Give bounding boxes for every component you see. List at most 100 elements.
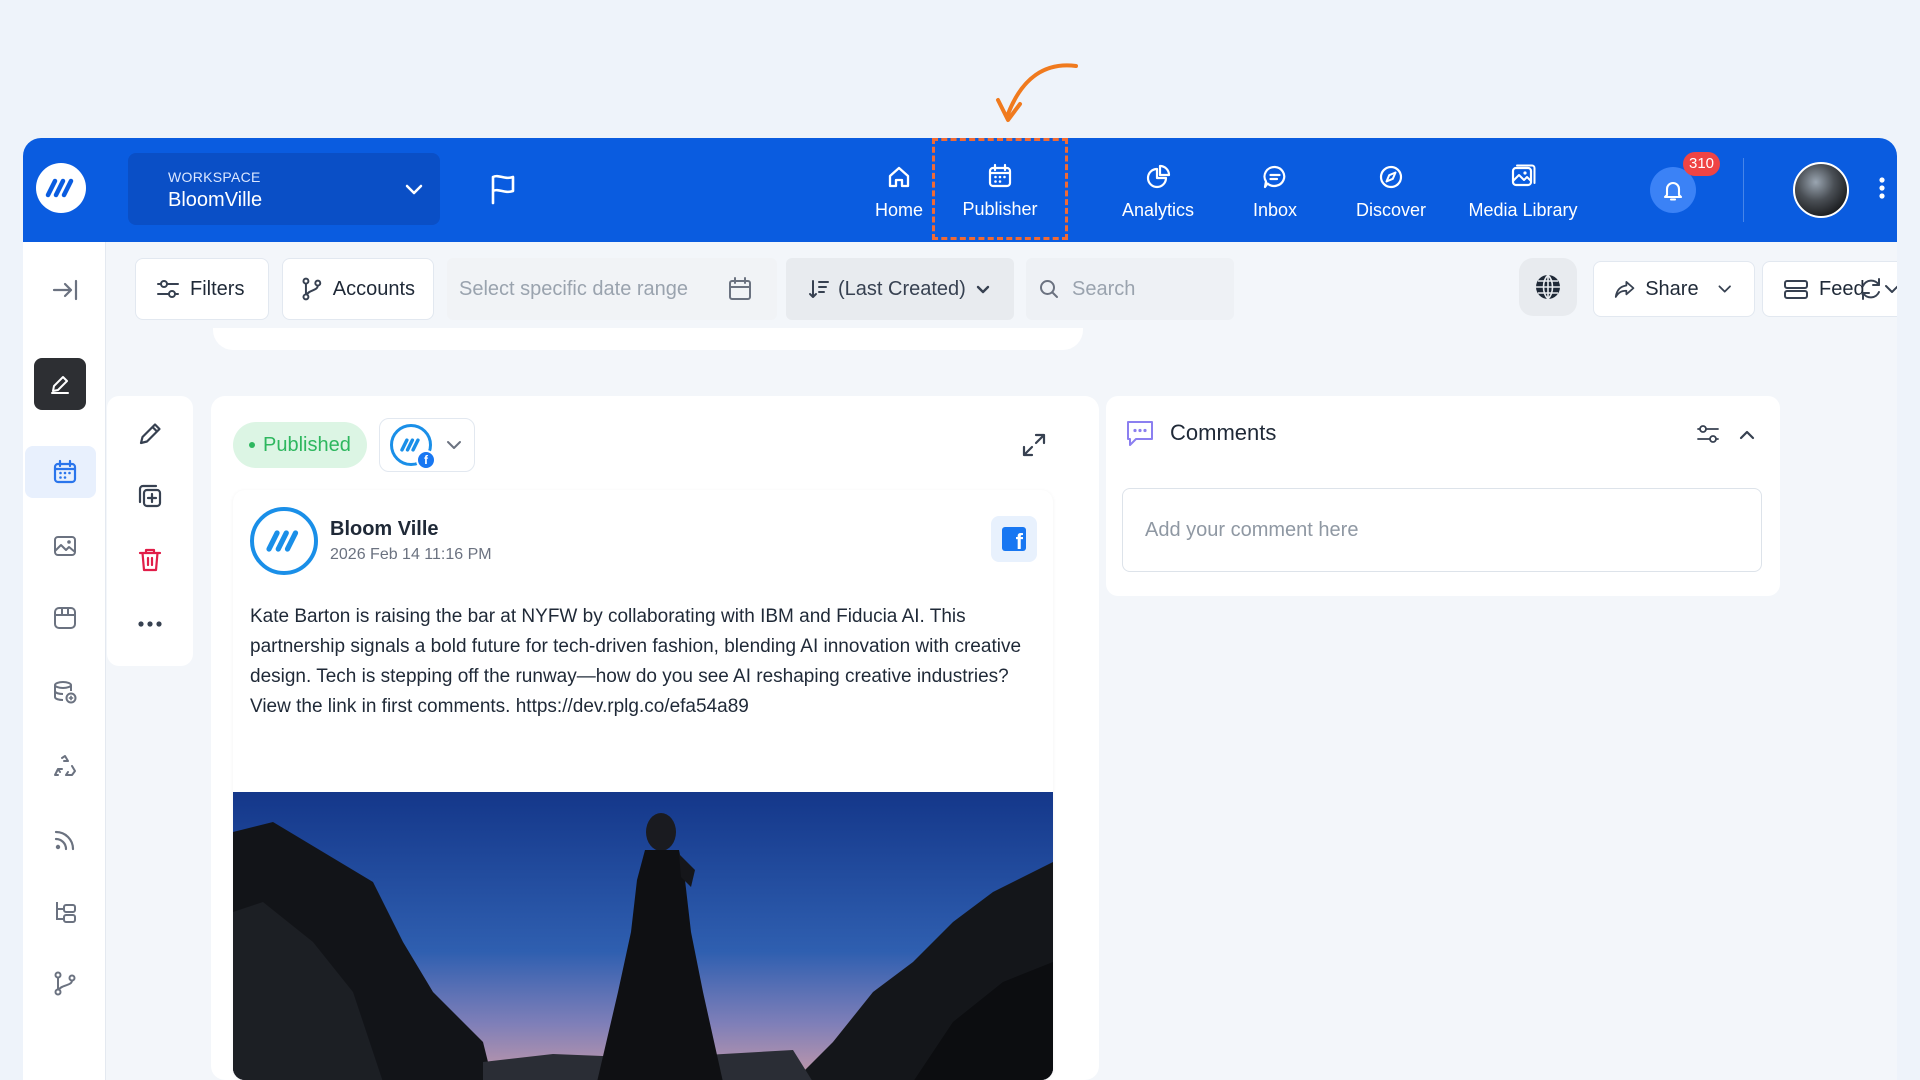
- kebab-icon[interactable]: [1878, 174, 1886, 202]
- logo-icon: [266, 530, 299, 552]
- logo-icon[interactable]: [36, 163, 86, 213]
- chevron-down-icon: [1718, 285, 1731, 293]
- nav-publisher[interactable]: Publisher: [932, 138, 1068, 240]
- comment-placeholder: Add your comment here: [1145, 518, 1359, 541]
- chevron-up-icon[interactable]: [1736, 424, 1758, 446]
- edit-post-button[interactable]: [107, 410, 193, 458]
- image-icon: [53, 536, 76, 556]
- search-icon: [1040, 280, 1058, 298]
- feed-icon: [1784, 280, 1808, 299]
- status-label: Published: [263, 433, 351, 456]
- duplicate-post-button[interactable]: [107, 472, 193, 520]
- sidebar-item-board[interactable]: [23, 592, 106, 644]
- nav-inbox-label: Inbox: [1252, 199, 1298, 220]
- flag-icon[interactable]: [488, 173, 518, 205]
- share-label: Share: [1645, 277, 1699, 300]
- workspace-name: BloomVille: [168, 189, 263, 211]
- expand-icon[interactable]: [1021, 432, 1047, 458]
- hierarchy-icon: [55, 902, 76, 923]
- refresh-icon[interactable]: [1858, 276, 1884, 302]
- more-icon: [138, 621, 162, 627]
- more-options-button[interactable]: [107, 600, 193, 648]
- date-range-input[interactable]: Select specific date range: [447, 258, 777, 320]
- user-avatar[interactable]: [1793, 162, 1849, 218]
- sidebar-item-database[interactable]: [23, 666, 106, 718]
- accounts-label: Accounts: [332, 277, 415, 300]
- account-avatar: [250, 507, 318, 575]
- left-sidebar: [23, 242, 106, 1080]
- calendar-icon: [53, 459, 76, 484]
- sort-dropdown[interactable]: (Last Created): [786, 258, 1014, 320]
- sort-icon: [809, 280, 829, 298]
- account-avatar: f: [390, 424, 436, 470]
- post-actions-panel: [107, 396, 193, 666]
- chevron-down-icon: [976, 285, 990, 294]
- sidebar-item-gallery[interactable]: [23, 520, 106, 572]
- sidebar-item-branch[interactable]: [23, 958, 106, 1010]
- sidebar-item-hierarchy[interactable]: [23, 886, 106, 938]
- account-selector[interactable]: f: [379, 418, 475, 472]
- sort-label: (Last Created): [838, 277, 966, 300]
- bell-icon: [1663, 181, 1683, 201]
- sidebar-item-calendar[interactable]: [23, 446, 106, 498]
- date-range-placeholder: Select specific date range: [459, 277, 689, 300]
- filters-button[interactable]: Filters: [135, 258, 269, 320]
- notification-count-badge: 310: [1683, 152, 1721, 176]
- pen-icon: [139, 423, 161, 445]
- branch-icon: [54, 971, 75, 996]
- status-badge: Published: [233, 422, 367, 468]
- top-navigation-bar: WORKSPACE BloomVille Home Publisher Anal…: [23, 138, 1897, 242]
- status-dot: [249, 442, 255, 448]
- post-text: Kate Barton is raising the bar at NYFW b…: [250, 606, 1022, 717]
- sidebar-collapse-button[interactable]: [23, 264, 106, 316]
- search-placeholder: Search: [1072, 277, 1136, 300]
- nav-discover[interactable]: Discover: [1330, 138, 1452, 242]
- accounts-button[interactable]: Accounts: [282, 258, 434, 320]
- filters-label: Filters: [190, 277, 245, 300]
- collapse-icon: [52, 279, 77, 301]
- post-preview: Bloom Ville 2026 Feb 14 11:16 PM f Kate …: [233, 490, 1053, 1080]
- compose-button[interactable]: [34, 358, 86, 410]
- chevron-down-icon: [447, 441, 461, 449]
- compass-icon: [1379, 165, 1403, 188]
- delete-post-button[interactable]: [107, 536, 193, 584]
- database-icon: [53, 681, 76, 704]
- post-date: 2026 Feb 14 11:16 PM: [330, 546, 492, 563]
- nav-analytics[interactable]: Analytics: [1093, 138, 1223, 242]
- trash-icon: [138, 548, 162, 572]
- inbox-icon: [1263, 165, 1286, 188]
- post-image: [233, 792, 1053, 1080]
- nav-analytics-label: Analytics: [1121, 199, 1195, 220]
- nav-inbox[interactable]: Inbox: [1219, 138, 1331, 242]
- pen-icon: [51, 376, 69, 394]
- calendar-icon: [988, 163, 1012, 187]
- topbar-divider: [1743, 158, 1744, 222]
- comment-input[interactable]: Add your comment here: [1122, 488, 1762, 572]
- chevron-down-icon: [405, 184, 423, 195]
- copy-add-icon: [138, 484, 162, 508]
- share-icon: [1614, 281, 1635, 298]
- annotation-arrow: [996, 63, 1078, 122]
- facebook-icon: f: [991, 516, 1037, 562]
- branch-icon: [302, 277, 322, 301]
- recycle-icon: [53, 755, 76, 776]
- comments-title: Comments: [1170, 420, 1277, 445]
- nav-media-library-label: Media Library: [1468, 199, 1578, 220]
- nav-discover-label: Discover: [1355, 199, 1426, 220]
- home-icon: [888, 166, 910, 187]
- sidebar-item-recycle[interactable]: [23, 740, 106, 792]
- analytics-icon: [1146, 164, 1171, 188]
- nav-publisher-label: Publisher: [962, 198, 1038, 219]
- previous-card-edge: [213, 328, 1083, 350]
- app-window: WORKSPACE BloomVille Home Publisher Anal…: [23, 138, 1897, 1080]
- nav-media-library[interactable]: Media Library: [1453, 138, 1593, 242]
- share-button[interactable]: Share: [1593, 261, 1755, 317]
- sidebar-item-rss[interactable]: [23, 814, 106, 866]
- filter-toolbar: Filters Accounts Select specific date ra…: [106, 242, 1897, 334]
- workspace-selector[interactable]: WORKSPACE BloomVille: [128, 153, 440, 225]
- account-name: Bloom Ville: [330, 518, 439, 540]
- filter-settings-icon[interactable]: [1696, 422, 1720, 446]
- globe-button[interactable]: [1519, 258, 1577, 316]
- post-card: Published f Bloom Ville 2026 Feb 14 11:1…: [211, 396, 1099, 1080]
- search-input[interactable]: Search: [1026, 258, 1234, 320]
